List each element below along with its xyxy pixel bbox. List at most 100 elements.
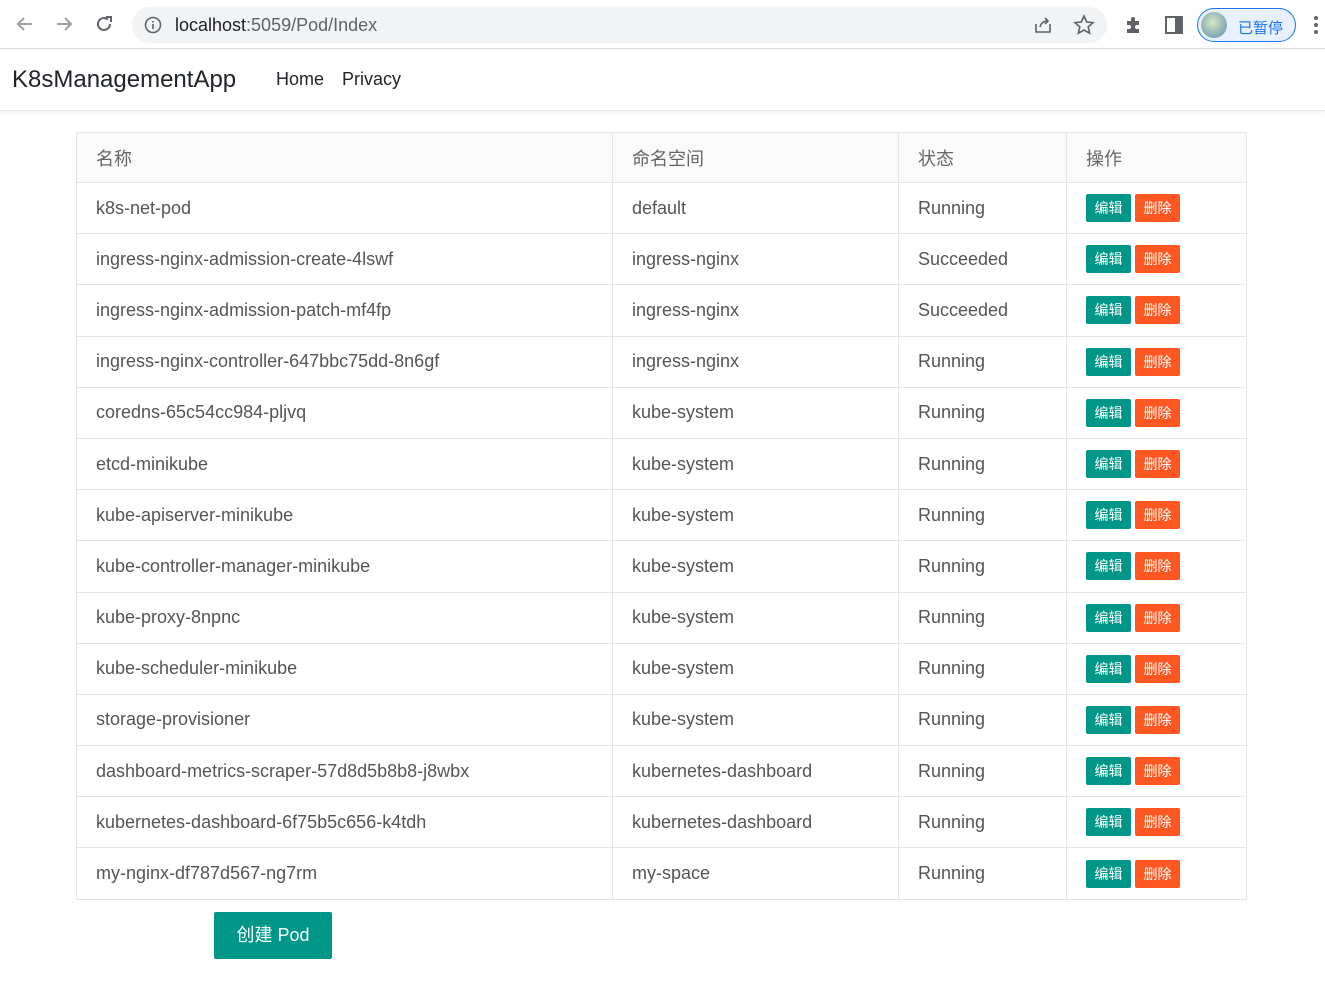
browser-toolbar: localhost:5059/Pod/Index 已暂停	[0, 0, 1325, 49]
pod-namespace-cell: kube-system	[612, 540, 899, 593]
table-row: coredns-65c54cc984-pljvq kube-system Runni…	[76, 386, 1247, 439]
edit-button[interactable]: 编辑	[1086, 194, 1131, 223]
header-status: 状态	[898, 132, 1067, 183]
pod-actions-cell: 编辑 删除	[1066, 642, 1247, 695]
pod-actions-cell: 编辑 删除	[1066, 796, 1247, 849]
table-row: etcd-minikube kube-system Running 编辑 删除	[76, 437, 1247, 491]
table-row: dashboard-metrics-scraper-57d8d5b8b8-j8w…	[76, 745, 1247, 798]
address-bar[interactable]: localhost:5059/Pod/Index	[132, 7, 1107, 43]
edit-button[interactable]: 编辑	[1086, 603, 1131, 632]
edit-button[interactable]: 编辑	[1086, 705, 1131, 734]
pod-namespace-cell: my-space	[612, 847, 899, 900]
edit-button[interactable]: 编辑	[1086, 757, 1131, 786]
table-row: kubernetes-dashboard-6f75b5c656-k4tdh kub…	[76, 796, 1247, 849]
pod-actions-cell: 编辑 删除	[1066, 386, 1247, 439]
pod-name-cell: ingress-nginx-controller-647bbc75dd-8n6g…	[76, 335, 613, 388]
delete-button[interactable]: 删除	[1135, 603, 1180, 632]
edit-button[interactable]: 编辑	[1086, 450, 1131, 479]
pod-name-cell: ingress-nginx-admission-create-4lswf	[76, 233, 613, 286]
reload-icon[interactable]	[90, 10, 118, 38]
delete-button[interactable]: 删除	[1135, 347, 1180, 376]
delete-button[interactable]: 删除	[1135, 859, 1180, 888]
edit-button[interactable]: 编辑	[1086, 501, 1131, 530]
side-panel-icon[interactable]	[1163, 14, 1185, 36]
pod-status-cell: Running	[898, 847, 1067, 900]
table-row: ingress-nginx-admission-patch-mf4fp ingre…	[76, 284, 1247, 337]
brand-link[interactable]: K8sManagementApp	[12, 66, 236, 94]
edit-button[interactable]: 编辑	[1086, 296, 1131, 325]
pod-namespace-cell: kube-system	[612, 489, 899, 542]
delete-button[interactable]: 删除	[1135, 296, 1180, 325]
pod-actions-cell: 编辑 删除	[1066, 233, 1247, 286]
pod-status-cell: Running	[898, 437, 1067, 491]
delete-button[interactable]: 删除	[1135, 194, 1180, 223]
edit-button[interactable]: 编辑	[1086, 347, 1131, 376]
bookmark-star-icon[interactable]	[1073, 14, 1095, 36]
pod-namespace-cell: ingress-nginx	[612, 233, 899, 286]
nav-link-home[interactable]: Home	[276, 69, 324, 90]
pod-status-cell: Running	[898, 181, 1067, 235]
pod-status-cell: Running	[898, 745, 1067, 798]
back-arrow-icon[interactable]	[11, 10, 39, 38]
delete-button[interactable]: 删除	[1135, 654, 1180, 683]
pod-namespace-cell: default	[612, 181, 899, 235]
delete-button[interactable]: 删除	[1135, 757, 1180, 786]
pod-status-cell: Running	[898, 693, 1067, 747]
site-info-icon[interactable]	[144, 16, 162, 34]
edit-button[interactable]: 编辑	[1086, 398, 1131, 427]
pod-name-cell: k8s-net-pod	[76, 181, 613, 235]
delete-button[interactable]: 删除	[1135, 808, 1180, 837]
pod-status-cell: Running	[898, 489, 1067, 542]
create-pod-button[interactable]: 创建 Pod	[214, 912, 332, 959]
header-namespace: 命名空间	[612, 132, 899, 183]
table-row: ingress-nginx-admission-create-4lswf ingr…	[76, 233, 1247, 286]
table-row: kube-apiserver-minikube kube-system Runnin…	[76, 489, 1247, 542]
table-row: kube-proxy-8npnc kube-system Running 编辑 删除	[76, 591, 1247, 644]
table-row: ingress-nginx-controller-647bbc75dd-8n6g…	[76, 335, 1247, 388]
header-name: 名称	[76, 132, 613, 183]
pod-namespace-cell: ingress-nginx	[612, 335, 899, 388]
header-actions: 操作	[1066, 132, 1247, 183]
share-icon[interactable]	[1033, 15, 1053, 35]
pod-name-cell: dashboard-metrics-scraper-57d8d5b8b8-j8w…	[76, 745, 613, 798]
pod-actions-cell: 编辑 删除	[1066, 335, 1247, 388]
pod-name-cell: kubernetes-dashboard-6f75b5c656-k4tdh	[76, 796, 613, 849]
delete-button[interactable]: 删除	[1135, 398, 1180, 427]
pod-name-cell: my-nginx-df787d567-ng7rm	[76, 847, 613, 900]
pod-namespace-cell: kubernetes-dashboard	[612, 745, 899, 798]
pod-namespace-cell: kube-system	[612, 693, 899, 747]
profile-button[interactable]: 已暂停	[1197, 8, 1296, 42]
pod-name-cell: kube-controller-manager-minikube	[76, 540, 613, 593]
pod-actions-cell: 编辑 删除	[1066, 284, 1247, 337]
pods-table: 名称 命名空间 状态 操作 k8s-net-pod default Running 编…	[76, 132, 1247, 900]
pod-name-cell: kube-scheduler-minikube	[76, 642, 613, 695]
edit-button[interactable]: 编辑	[1086, 859, 1131, 888]
pod-actions-cell: 编辑 删除	[1066, 437, 1247, 491]
table-row: k8s-net-pod default Running 编辑 删除	[76, 181, 1247, 235]
edit-button[interactable]: 编辑	[1086, 552, 1131, 581]
app-navbar: K8sManagementApp Home Privacy	[0, 49, 1325, 111]
forward-arrow-icon[interactable]	[50, 10, 78, 38]
extensions-puzzle-icon[interactable]	[1123, 14, 1145, 36]
pod-status-cell: Running	[898, 335, 1067, 388]
nav-link-privacy[interactable]: Privacy	[342, 69, 401, 90]
table-row: kube-controller-manager-minikube kube-sys…	[76, 540, 1247, 593]
edit-button[interactable]: 编辑	[1086, 654, 1131, 683]
delete-button[interactable]: 删除	[1135, 501, 1180, 530]
pod-name-cell: etcd-minikube	[76, 437, 613, 491]
more-menu-icon[interactable]	[1312, 14, 1320, 36]
profile-status-label: 已暂停	[1238, 20, 1284, 37]
pod-namespace-cell: kube-system	[612, 437, 899, 491]
table-row: kube-scheduler-minikube kube-system Runnin…	[76, 642, 1247, 695]
pod-actions-cell: 编辑 删除	[1066, 181, 1247, 235]
table-header-row: 名称 命名空间 状态 操作	[76, 132, 1247, 183]
delete-button[interactable]: 删除	[1135, 450, 1180, 479]
pod-actions-cell: 编辑 删除	[1066, 847, 1247, 900]
edit-button[interactable]: 编辑	[1086, 245, 1131, 274]
delete-button[interactable]: 删除	[1135, 552, 1180, 581]
edit-button[interactable]: 编辑	[1086, 808, 1131, 837]
avatar	[1201, 12, 1227, 38]
pod-name-cell: storage-provisioner	[76, 693, 613, 747]
delete-button[interactable]: 删除	[1135, 245, 1180, 274]
delete-button[interactable]: 删除	[1135, 705, 1180, 734]
